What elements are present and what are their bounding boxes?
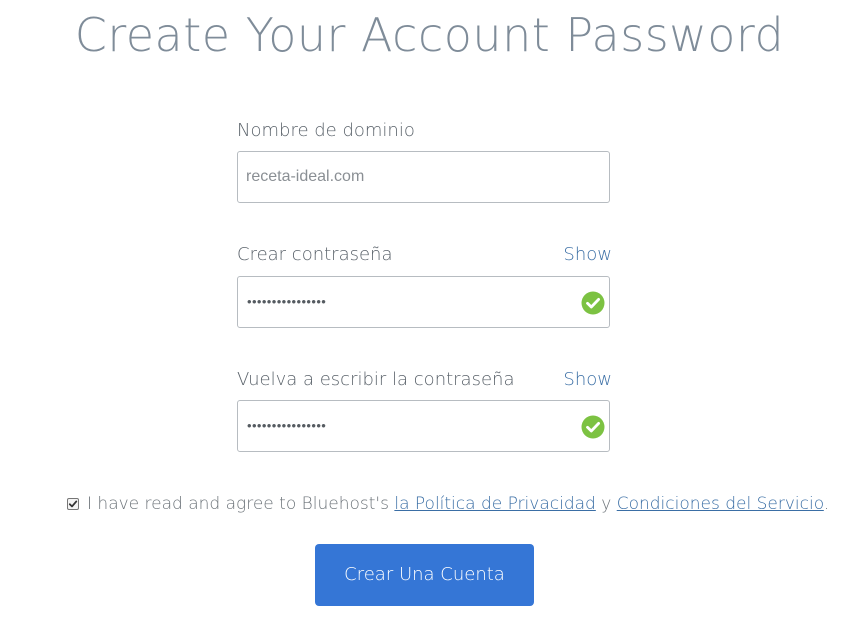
checkmark-icon <box>68 500 78 508</box>
check-circle-icon <box>581 291 605 315</box>
password-label: Crear contraseña <box>237 244 393 265</box>
agreement-suffix: . <box>823 494 830 514</box>
terms-of-service-link[interactable]: Condiciones del Servicio <box>617 494 824 514</box>
agreement-text: I have read and agree to Bluehost's la P… <box>87 494 829 514</box>
show-password-link[interactable]: Show <box>563 244 612 265</box>
domain-field[interactable]: receta-ideal.com <box>237 151 610 203</box>
page-title: Create Your Account Password <box>74 8 785 62</box>
create-password-page: Create Your Account Password Nombre de d… <box>0 0 859 635</box>
password-masked-value: •••••••••••••••• <box>247 294 327 309</box>
domain-value: receta-ideal.com <box>246 168 365 185</box>
agree-checkbox[interactable] <box>67 498 79 510</box>
create-account-button[interactable]: Crear Una Cuenta <box>315 544 534 606</box>
password-field[interactable]: •••••••••••••••• <box>237 276 610 328</box>
confirm-password-field[interactable]: •••••••••••••••• <box>237 400 610 452</box>
confirm-password-label: Vuelva a escribir la contraseña <box>237 369 515 390</box>
domain-label: Nombre de dominio <box>237 120 415 141</box>
agreement-prefix: I have read and agree to Bluehost's <box>87 494 395 514</box>
check-circle-icon <box>581 415 605 439</box>
show-confirm-password-link[interactable]: Show <box>563 369 612 390</box>
confirm-password-masked-value: •••••••••••••••• <box>247 418 327 433</box>
agreement-conjunction: y <box>595 494 617 514</box>
privacy-policy-link[interactable]: la Política de Privacidad <box>394 494 595 514</box>
